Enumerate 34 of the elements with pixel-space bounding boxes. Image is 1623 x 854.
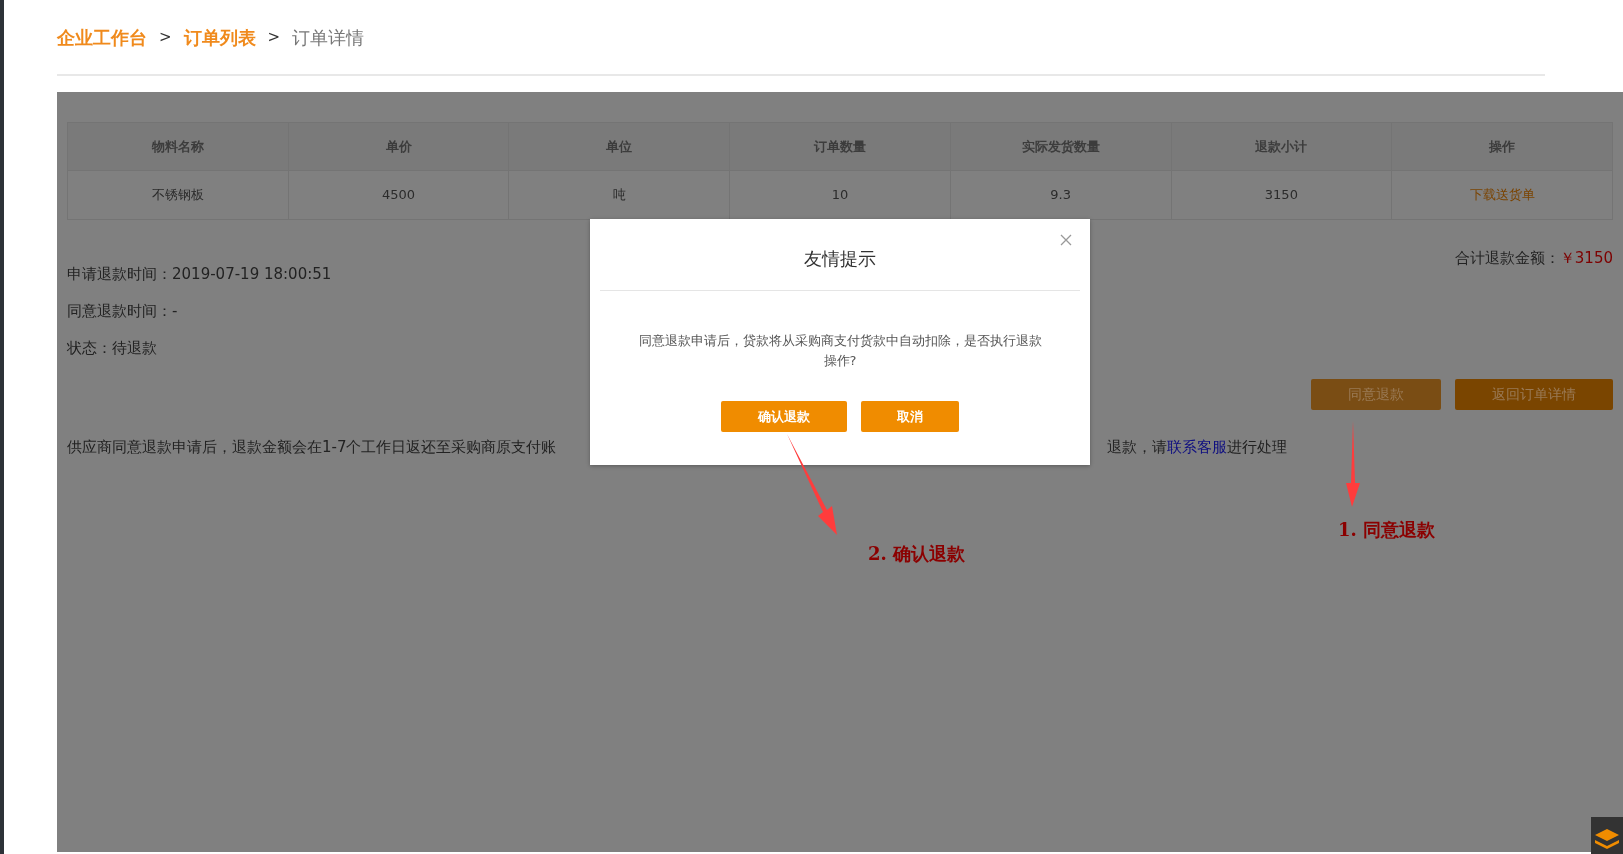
column-header: 订单数量 — [729, 122, 951, 171]
breadcrumb-link[interactable]: 订单列表 — [183, 23, 256, 51]
total-label: 合计退款金额： — [1454, 249, 1560, 267]
agree-refund-button[interactable]: 同意退款 — [1311, 379, 1441, 410]
contact-link[interactable]: 联系客服 — [1166, 438, 1227, 456]
table-cell: 不锈钢板 — [67, 170, 289, 220]
column-header: 实际发货数量 — [950, 122, 1171, 171]
table-cell: 3150 — [1171, 170, 1392, 220]
stack-icon[interactable] — [1591, 817, 1623, 854]
detail-text: 同意退款时间：- — [67, 301, 179, 322]
breadcrumb-separator: > — [159, 26, 172, 48]
table-cell: 4500 — [288, 170, 509, 220]
close-icon[interactable] — [1060, 234, 1072, 246]
breadcrumb-current: 订单详情 — [292, 25, 365, 50]
notice-text: 退款，请联系客服进行处理 — [1106, 437, 1287, 458]
detail-text: 状态：待退款 — [67, 338, 158, 359]
total-amount: ￥3150 — [1559, 249, 1613, 267]
column-header: 物料名称 — [67, 122, 289, 171]
annotation-label: 2. 确认退款 — [868, 542, 966, 566]
back-button[interactable]: 返回订单详情 — [1455, 379, 1613, 410]
breadcrumb-link[interactable]: 企业工作台 — [57, 23, 147, 51]
notice-text: 供应商同意退款申请后，退款金额会在1-7个工作日返还至采购商原支付账 — [67, 437, 557, 458]
dialog-title: 友情提示 — [804, 247, 876, 270]
confirm-button[interactable]: 确认退款 — [721, 401, 847, 432]
download-link[interactable]: 下载送货单 — [1469, 187, 1535, 203]
column-header: 退款小计 — [1171, 122, 1392, 171]
column-header: 单价 — [288, 122, 509, 171]
dialog-message: 同意退款申请后，贷款将从采购商支付货款中自动扣除，是否执行退款操作? — [637, 332, 1043, 370]
column-header: 单位 — [508, 122, 730, 171]
detail-text: 申请退款时间：2019-07-19 18:00:51 — [67, 264, 332, 285]
cancel-button[interactable]: 取消 — [861, 401, 959, 432]
annotation-label: 1. 同意退款 — [1338, 518, 1436, 542]
column-header: 操作 — [1391, 122, 1613, 171]
breadcrumb-separator: > — [267, 26, 281, 48]
